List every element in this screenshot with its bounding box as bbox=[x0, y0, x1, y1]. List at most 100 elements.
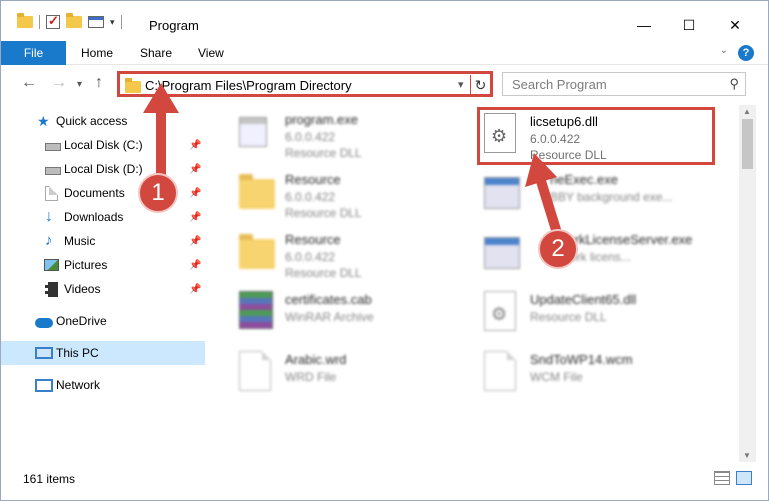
sidebar-item-pictures[interactable]: Pictures 📌 bbox=[1, 253, 205, 277]
vertical-scrollbar[interactable]: ▲ ▼ bbox=[739, 105, 756, 462]
list-item[interactable]: SndToWP14.wcm WCM File bbox=[480, 345, 720, 403]
address-bar[interactable]: C:\Program Files\Program Directory ▾ ↻ bbox=[117, 71, 493, 97]
file-name: neExec.exe bbox=[550, 172, 618, 187]
pin-icon[interactable]: 📌 bbox=[189, 260, 201, 271]
scroll-down-icon[interactable]: ▼ bbox=[743, 451, 751, 460]
pin-icon[interactable]: 📌 bbox=[189, 140, 201, 151]
file-name: certificates.cab bbox=[285, 292, 372, 307]
pin-icon[interactable]: 📌 bbox=[189, 164, 201, 175]
file-description: BBY background exe... bbox=[550, 190, 673, 204]
file-type: Resource DLL bbox=[285, 266, 362, 280]
file-type: WinRAR Archive bbox=[285, 310, 374, 324]
navigation-pane: ★ Quick access Local Disk (C:) 📌 Local D… bbox=[1, 105, 205, 462]
file-name: program.exe bbox=[285, 112, 358, 127]
star-icon: ★ bbox=[37, 113, 50, 129]
file-name: SndToWP14.wcm bbox=[530, 352, 633, 367]
file-type: Resource DLL bbox=[285, 206, 362, 220]
file-version: 6.0.0.422 bbox=[285, 190, 336, 204]
forward-arrow-icon[interactable]: → bbox=[51, 74, 67, 92]
videos-icon bbox=[45, 281, 58, 297]
list-item[interactable]: certificates.cab WinRAR Archive bbox=[235, 285, 475, 343]
sidebar-item-onedrive[interactable]: OneDrive bbox=[1, 309, 205, 333]
folder-icon bbox=[17, 13, 33, 28]
sidebar-item-label: Music bbox=[64, 234, 96, 248]
title-bar: ▾ Program — ☐ ✕ bbox=[1, 1, 768, 41]
navigation-bar: ← → ▾ ↑ C:\Program Files\Program Directo… bbox=[1, 67, 768, 101]
new-folder-icon[interactable] bbox=[66, 13, 82, 28]
exe-icon bbox=[484, 231, 522, 277]
close-button[interactable]: ✕ bbox=[712, 11, 758, 39]
pin-icon[interactable]: 📌 bbox=[189, 188, 201, 199]
search-input[interactable]: Search Program ⚲ bbox=[502, 72, 746, 96]
scroll-up-icon[interactable]: ▲ bbox=[743, 107, 751, 116]
file-name: Resource bbox=[285, 232, 341, 247]
tab-view[interactable]: View bbox=[198, 41, 224, 65]
search-icon[interactable]: ⚲ bbox=[729, 76, 739, 92]
sidebar-item-network[interactable]: Network bbox=[1, 373, 205, 397]
recent-locations-chevron-icon[interactable]: ▾ bbox=[77, 79, 82, 90]
file-type: WCM File bbox=[530, 370, 583, 384]
file-version: 6.0.0.422 bbox=[285, 250, 336, 264]
disk-icon bbox=[45, 166, 61, 175]
list-item[interactable]: workLicenseServer.exe twork licens... bbox=[480, 225, 720, 283]
sidebar-item-local-disk-d[interactable]: Local Disk (D:) 📌 bbox=[1, 157, 205, 181]
help-icon[interactable]: ? bbox=[738, 45, 754, 61]
large-icons-view-icon[interactable] bbox=[736, 471, 752, 485]
sidebar-item-videos[interactable]: Videos 📌 bbox=[1, 277, 205, 301]
pin-icon[interactable]: 📌 bbox=[189, 284, 201, 295]
file-name: Arabic.wrd bbox=[285, 352, 347, 367]
sidebar-item-this-pc[interactable]: This PC bbox=[1, 341, 205, 365]
maximize-button[interactable]: ☐ bbox=[666, 11, 712, 39]
music-icon: ♪ bbox=[45, 232, 53, 249]
pin-icon[interactable]: 📌 bbox=[189, 236, 201, 247]
list-item[interactable]: Resource 6.0.0.422 Resource DLL bbox=[235, 225, 475, 283]
toolbar-divider bbox=[39, 15, 40, 29]
address-history-chevron-icon[interactable]: ▾ bbox=[458, 78, 464, 91]
tab-share[interactable]: Share bbox=[140, 41, 172, 65]
download-icon: ↓ bbox=[45, 208, 53, 225]
expand-ribbon-chevron-icon[interactable]: ⌄ bbox=[720, 45, 728, 56]
file-type: Resource DLL bbox=[530, 310, 607, 324]
refresh-icon[interactable]: ↻ bbox=[470, 75, 490, 95]
list-item[interactable]: program.exe 6.0.0.422 Resource DLL bbox=[235, 105, 475, 163]
pin-icon[interactable]: 📌 bbox=[189, 212, 201, 223]
scroll-thumb[interactable] bbox=[742, 119, 753, 169]
sidebar-item-music[interactable]: ♪ Music 📌 bbox=[1, 229, 205, 253]
properties-icon[interactable] bbox=[88, 16, 104, 28]
computer-icon bbox=[35, 347, 53, 359]
sidebar-item-quick-access[interactable]: ★ Quick access bbox=[1, 109, 205, 133]
details-view-icon[interactable] bbox=[714, 471, 730, 485]
sidebar-item-label: OneDrive bbox=[56, 314, 107, 328]
sidebar-item-label: This PC bbox=[56, 346, 99, 360]
list-item[interactable]: neExec.exe BBY background exe... bbox=[480, 165, 720, 223]
back-arrow-icon[interactable]: ← bbox=[21, 74, 37, 92]
address-path[interactable]: C:\Program Files\Program Directory bbox=[145, 78, 352, 93]
step-marker-1: 1 bbox=[138, 173, 178, 213]
sidebar-item-label: Local Disk (D:) bbox=[64, 162, 143, 176]
list-item[interactable]: Resource 6.0.0.422 Resource DLL bbox=[235, 165, 475, 223]
list-item[interactable]: ⚙ UpdateClient65.dll Resource DLL bbox=[480, 285, 720, 343]
up-arrow-icon[interactable]: ↑ bbox=[95, 74, 103, 92]
network-icon bbox=[35, 378, 53, 392]
sidebar-item-downloads[interactable]: ↓ Downloads 📌 bbox=[1, 205, 205, 229]
tab-home[interactable]: Home bbox=[81, 41, 113, 65]
file-type: Resource DLL bbox=[285, 146, 362, 160]
disk-icon bbox=[45, 142, 61, 151]
minimize-button[interactable]: — bbox=[621, 11, 667, 39]
sidebar-item-label: Documents bbox=[64, 186, 125, 200]
step-marker-2: 2 bbox=[538, 229, 578, 269]
customize-toolbar-chevron-icon[interactable]: ▾ bbox=[110, 17, 115, 28]
pictures-icon bbox=[44, 259, 59, 271]
search-placeholder: Search Program bbox=[512, 77, 607, 92]
tab-file[interactable]: File bbox=[1, 41, 66, 65]
sidebar-item-label: Videos bbox=[64, 282, 101, 296]
list-item[interactable]: Arabic.wrd WRD File bbox=[235, 345, 475, 403]
folder-icon bbox=[239, 171, 277, 217]
ribbon-tabs: File Home Share View ⌄ ? bbox=[1, 41, 768, 65]
window-title: Program bbox=[149, 18, 199, 33]
highlight-box bbox=[477, 107, 715, 165]
properties-check-icon[interactable] bbox=[46, 13, 60, 29]
folder-icon bbox=[125, 78, 141, 93]
sidebar-item-local-disk-c[interactable]: Local Disk (C:) 📌 bbox=[1, 133, 205, 157]
dll-gear-icon: ⚙ bbox=[484, 291, 522, 337]
